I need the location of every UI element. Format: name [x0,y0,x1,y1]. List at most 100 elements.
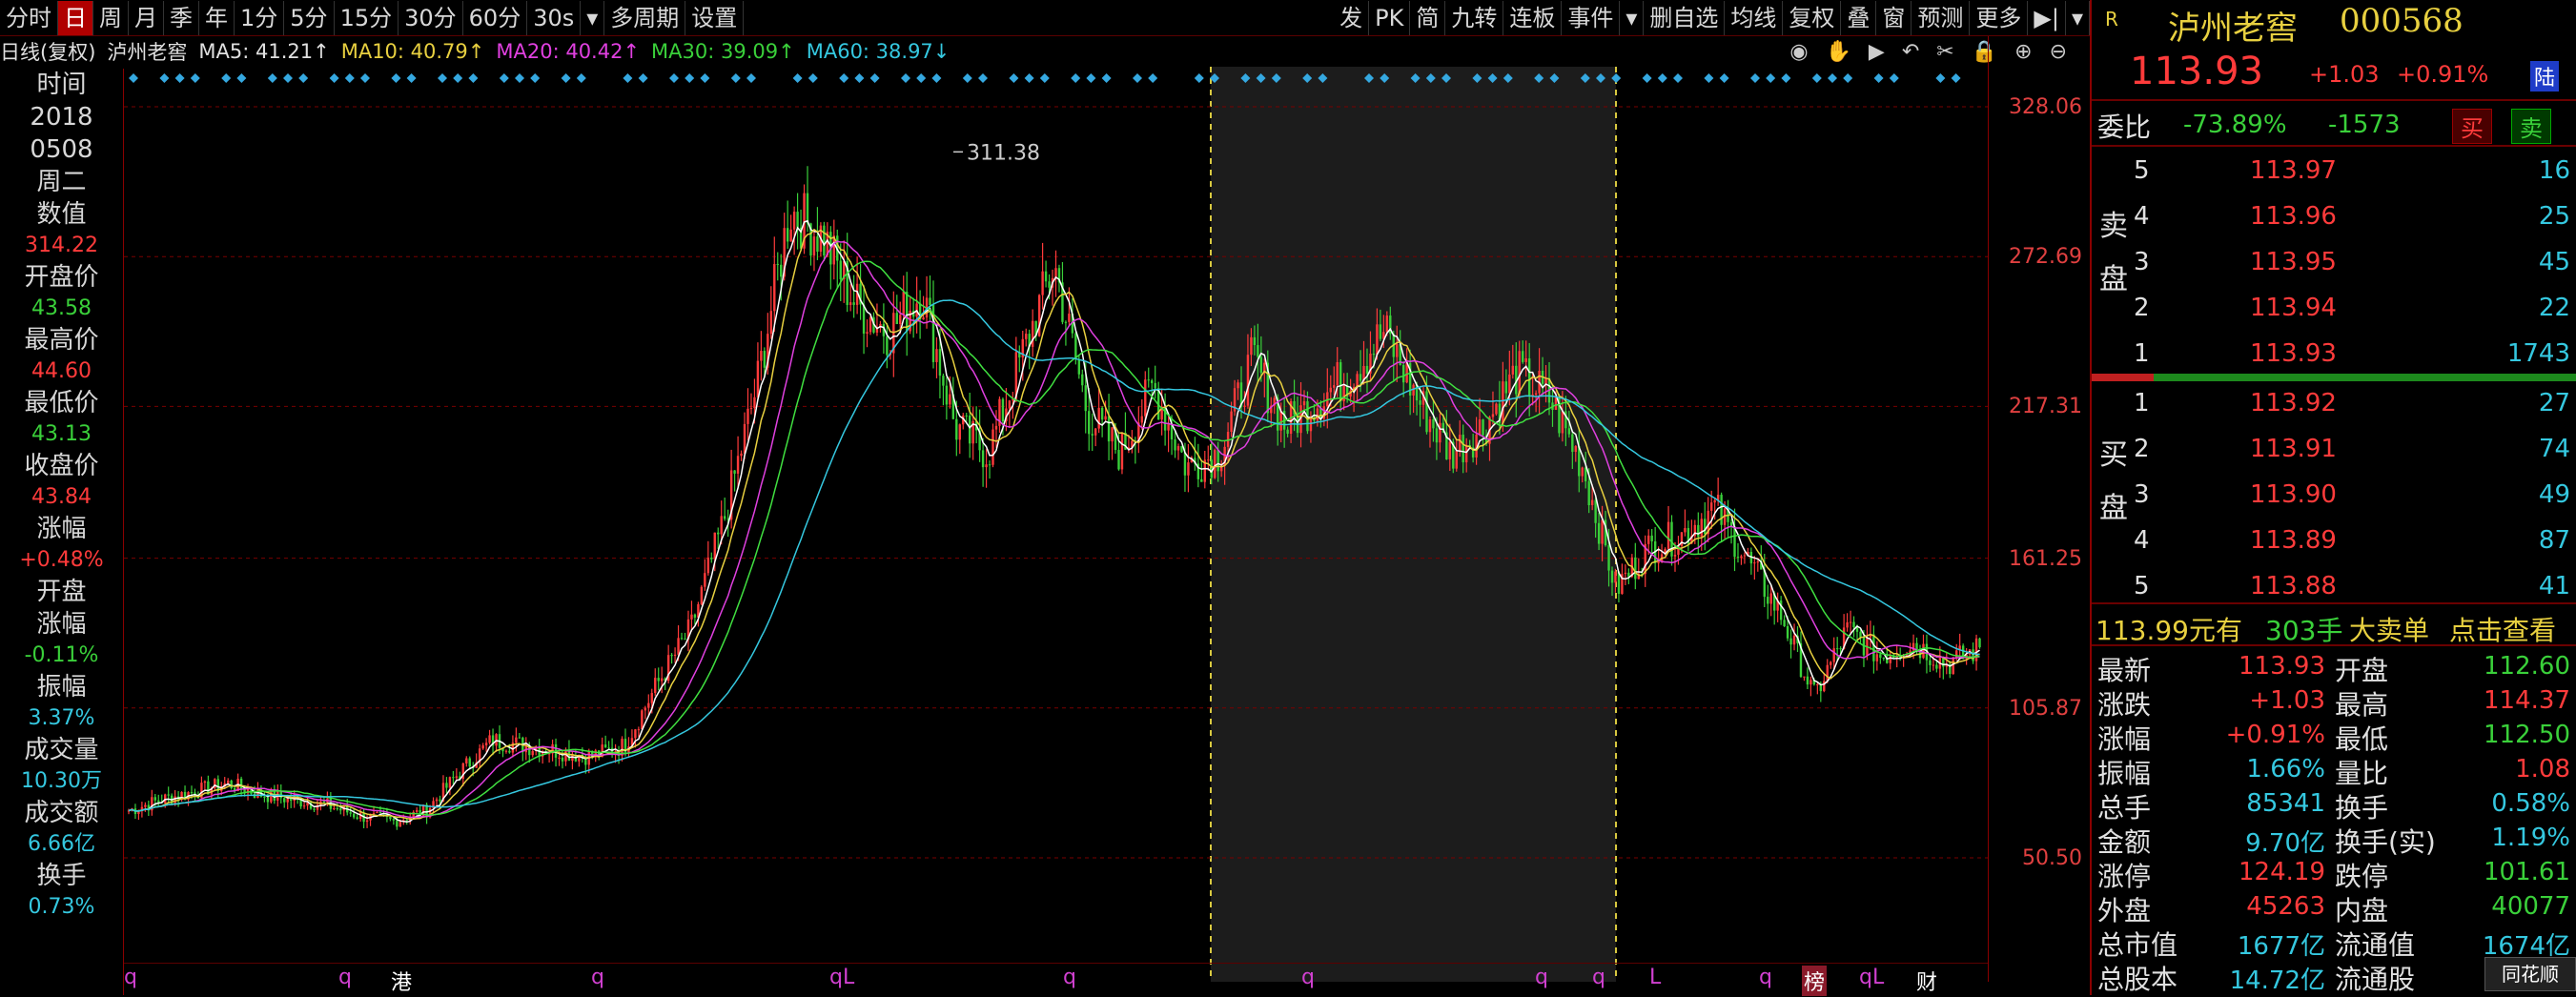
candle-body [1594,499,1597,523]
market-badge[interactable]: 陆 [2530,61,2560,92]
candle-body [1495,403,1498,415]
toolbar-right-item-1[interactable]: PK [1369,0,1411,35]
toolbar-right-item-12[interactable]: 预测 [1912,0,1971,35]
toolbar-item-5[interactable]: 年 [199,0,235,35]
event-marker[interactable]: qL [829,966,854,989]
candle-body [1412,384,1415,396]
bid-row: 4 113.89 87 [2092,520,2576,562]
event-marker[interactable]: q [1759,966,1772,989]
toolbar-right-item-14[interactable]: ▶| [2028,0,2066,35]
toolbar-right-item-4[interactable]: 连板 [1503,0,1563,35]
hand-icon[interactable]: ✋ [1826,40,1851,64]
candle-body [1147,379,1150,381]
event-marker[interactable]: q [1535,966,1548,989]
toolbar-item-10[interactable]: 60分 [463,0,528,35]
play-icon[interactable]: ▶ [1869,40,1885,64]
peak-label: 311.38 [967,141,1040,165]
toolbar-item-4[interactable]: 季 [164,0,199,35]
axis-tick-label: 272.69 [2009,245,2082,270]
toolbar-right-item-2[interactable]: 简 [1410,0,1446,35]
event-marker[interactable]: 港 [391,966,412,996]
candle-body [644,707,647,711]
ask-row: 3 113.95 45 [2092,242,2576,284]
toolbar-right-item-3[interactable]: 九转 [1445,0,1504,35]
toolbar-right-item-10[interactable]: 叠 [1841,0,1877,35]
toolbar-item-1[interactable]: 日 [58,0,93,35]
toolbar-item-13[interactable]: 多周期 [604,0,686,35]
candle-body [1008,400,1012,409]
event-marker[interactable]: q [1592,966,1605,989]
signal-diamond [1811,73,1822,83]
toolbar-item-8[interactable]: 15分 [335,0,399,35]
candle-body [1107,416,1111,442]
sell-button[interactable]: 卖 [2511,109,2551,144]
toolbar-item-7[interactable]: 5分 [284,0,335,35]
event-marker[interactable]: q [338,966,352,989]
toolbar-item-3[interactable]: 月 [129,0,164,35]
event-marker[interactable]: qL [1859,966,1884,989]
big-order-row[interactable]: 113.99元有 303手 大卖单 点击查看 [2092,606,2576,646]
big-order-link[interactable]: 点击查看 [2449,610,2556,648]
toolbar-right-item-8[interactable]: 均线 [1725,0,1784,35]
candle-body [1769,593,1772,604]
candle-body [1401,364,1405,383]
stat-value: 85341 [2246,789,2325,818]
candle-body [1379,324,1382,339]
event-marker[interactable]: q [591,966,604,989]
event-marker[interactable]: 财 [1916,966,1937,996]
event-marker[interactable]: q [1301,966,1315,989]
candle-body [1117,450,1120,470]
toolbar-item-2[interactable]: 周 [93,0,129,35]
toolbar-item-14[interactable]: 设置 [685,0,745,35]
candle-body [985,464,988,468]
toolbar-item-9[interactable]: 30分 [399,0,463,35]
event-marker[interactable]: 榜 [1802,966,1828,996]
scissors-icon[interactable]: ✂ [1936,40,1953,64]
toolbar-right-item-5[interactable]: 事件 [1562,0,1621,35]
eye-icon[interactable]: ◉ [1789,40,1808,64]
period-label[interactable]: 日线(复权) [0,37,95,66]
toolbar-item-11[interactable]: 30s [527,0,582,35]
kline-chart[interactable]: 311.38 [124,67,1988,982]
crosshair-value: 43.58 [31,296,92,320]
candle-body [680,638,684,640]
candle-body [1567,428,1571,435]
buy-button[interactable]: 买 [2452,109,2492,144]
divider [2092,99,2576,101]
candle-body [356,817,358,819]
candle-body [1031,320,1034,347]
book-price: 113.97 [2250,156,2337,185]
toolbar-right-item-11[interactable]: 窗 [1876,0,1912,35]
toolbar-right-item-7[interactable]: 删自选 [1644,0,1726,35]
toolbar-right-item-0[interactable]: 发 [1334,0,1370,35]
event-marker[interactable]: q [1063,966,1076,989]
candle-body [1100,407,1104,420]
toolbar-right-item-9[interactable]: 复权 [1783,0,1842,35]
candle-body [1684,528,1687,533]
toolbar-item-12[interactable]: ▾ [581,0,605,35]
candle-body [561,757,564,762]
toolbar-item-6[interactable]: 1分 [235,0,285,35]
event-marker[interactable]: L [1649,966,1661,989]
candle-body [336,808,339,810]
crosshair-value: +0.48% [19,548,104,572]
candle-body [1333,385,1336,388]
candle-body [1574,446,1577,453]
candle-body [1359,374,1362,381]
event-marker[interactable]: q [124,966,137,989]
candle-body [776,263,779,265]
signal-diamond [236,73,247,83]
candle-body [266,797,270,803]
toolbar-item-0[interactable]: 分时 [0,0,58,35]
candle-body [1419,400,1421,405]
candle-body [740,453,743,457]
candle-body [994,425,998,430]
toolbar-right-item-13[interactable]: 更多 [1970,0,2029,35]
toolbar-right-item-6[interactable]: ▾ [1620,0,1645,35]
candle-body [376,811,378,814]
candle-body [657,678,660,682]
stock-name: 泸州老窖 [2168,10,2298,48]
toolbar-right-item-15[interactable]: ▾ [2066,0,2090,35]
undo-icon[interactable]: ↶ [1902,40,1919,64]
candle-body [710,558,713,560]
